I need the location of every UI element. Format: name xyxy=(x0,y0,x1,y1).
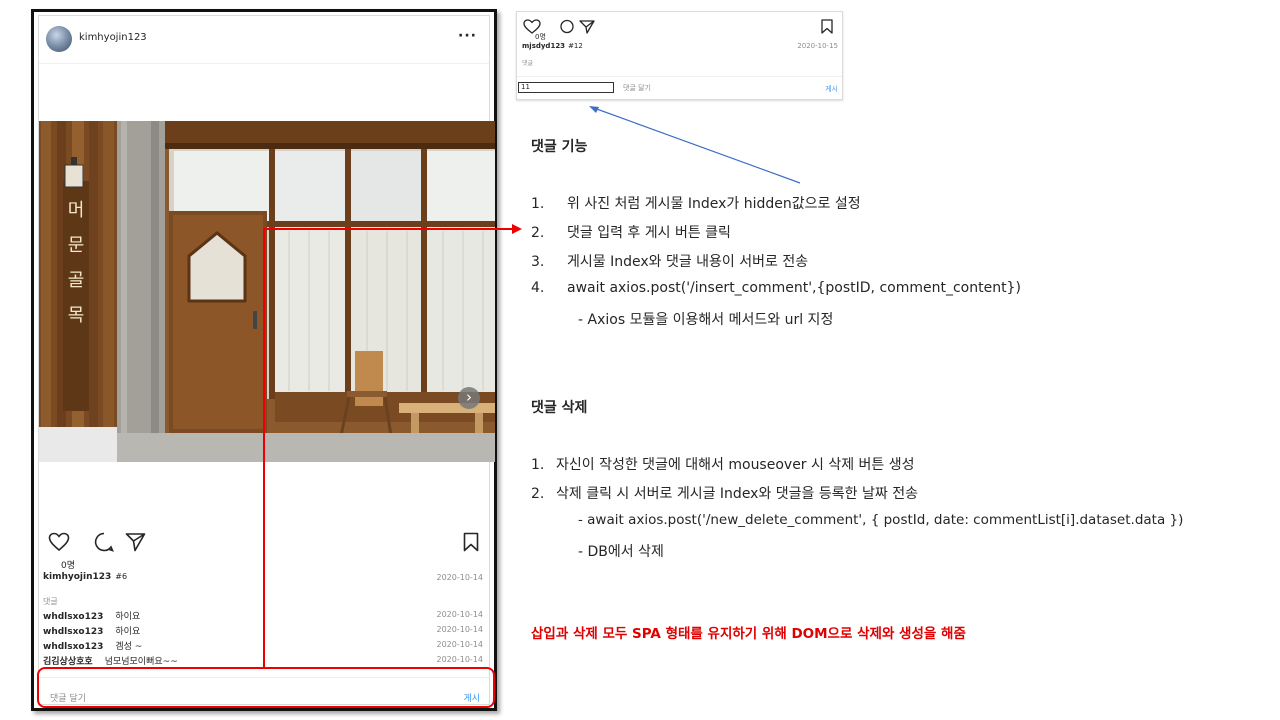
svg-text:골: 골 xyxy=(68,270,85,291)
list-item: 3. 게시물 Index와 댓글 내용이 서버로 전송 xyxy=(531,251,808,271)
post-date: 2020-10-14 xyxy=(436,573,484,582)
annotation-arrow xyxy=(589,106,801,184)
hidden-index-field[interactable]: 11 xyxy=(518,82,614,93)
post-username[interactable]: kimhyojin123 xyxy=(79,32,147,43)
comment-date: 2020-10-14 xyxy=(436,640,484,649)
list-text: 삭제 클릭 시 서버로 게시글 Index와 댓글을 등록한 날짜 전송 xyxy=(556,486,918,502)
share-icon[interactable] xyxy=(125,532,146,552)
svg-text:문: 문 xyxy=(68,235,85,256)
divider xyxy=(517,76,842,77)
section-title-comment-feature: 댓글 기능 xyxy=(531,139,588,155)
heart-icon[interactable] xyxy=(48,532,70,552)
section-title-comment-delete: 댓글 삭제 xyxy=(531,400,588,416)
post-header: kimhyojin123 ··· xyxy=(39,16,489,64)
comment-icon xyxy=(560,19,574,34)
list-number: 1. xyxy=(531,457,545,473)
list-item: 1. 자신이 작성한 댓글에 대해서 mouseover 시 삭제 버튼 생성 xyxy=(531,454,915,474)
annotation-arrowhead xyxy=(512,224,522,234)
list-number: 2. xyxy=(531,225,545,241)
list-item: 2. 댓글 입력 후 게시 버튼 클릭 xyxy=(531,222,731,242)
sub-item: - Axios 모듈을 이용해서 메서드와 url 지정 xyxy=(578,312,834,328)
mini-post-author: mjsdyd123 #12 xyxy=(522,42,583,50)
list-text: 자신이 작성한 댓글에 대해서 mouseover 시 삭제 버튼 생성 xyxy=(556,457,915,473)
sign-char: 머 xyxy=(68,200,85,221)
annotation-connector xyxy=(263,229,265,667)
comment-text: 겜성 ~ xyxy=(115,642,143,652)
mini-author-name[interactable]: mjsdyd123 xyxy=(522,42,565,50)
bookmark-icon[interactable] xyxy=(463,532,479,552)
comment-user[interactable]: 김김상상호호 xyxy=(43,657,93,667)
more-options-icon[interactable]: ··· xyxy=(458,28,477,44)
list-item: 4. await axios.post('/insert_comment',{po… xyxy=(531,280,1021,296)
mini-post-button[interactable]: 게시 xyxy=(825,84,838,94)
mini-comment-input[interactable]: 댓글 달기 xyxy=(623,83,651,93)
post-photo: 머 문 골 목 › xyxy=(39,121,495,462)
list-text: 게시물 Index와 댓글 내용이 서버로 전송 xyxy=(567,254,809,270)
comment-date: 2020-10-14 xyxy=(436,625,484,634)
mini-like-count: 0명 xyxy=(535,33,546,41)
mini-comment-label: 댓글 xyxy=(522,60,534,67)
list-number: 1. xyxy=(531,196,545,212)
comment-date: 2020-10-14 xyxy=(436,655,484,664)
comment-user[interactable]: whdlsxo123 xyxy=(43,612,103,622)
avatar[interactable] xyxy=(46,26,72,52)
comment-icon[interactable] xyxy=(94,532,114,552)
list-text: await axios.post('/insert_comment',{post… xyxy=(567,280,1021,296)
list-text: 댓글 입력 후 게시 버튼 클릭 xyxy=(567,225,731,241)
comment-user[interactable]: whdlsxo123 xyxy=(43,642,103,652)
post-index: #6 xyxy=(115,572,128,581)
comment-user[interactable]: whdlsxo123 xyxy=(43,627,103,637)
svg-text:목: 목 xyxy=(68,305,85,326)
comment-label: 댓글 xyxy=(43,597,58,606)
next-image-button[interactable]: › xyxy=(458,387,480,409)
list-number: 4. xyxy=(531,280,545,296)
sub-item: - DB에서 삭제 xyxy=(578,544,664,560)
mini-post-date: 2020-10-15 xyxy=(797,42,838,50)
comment-text: 하이요 xyxy=(115,612,141,622)
mini-post-screenshot: 0명 mjsdyd123 #12 2020-10-15 댓글 11 댓글 달기 게… xyxy=(516,11,843,100)
comment-text: 넘모넘모이뻐요~~ xyxy=(104,657,178,667)
summary-note: 삽입과 삭제 모두 SPA 형태를 유지하기 위해 DOM으로 삭제와 생성을 … xyxy=(531,626,966,642)
list-item: 2. 삭제 클릭 시 서버로 게시글 Index와 댓글을 등록한 날짜 전송 xyxy=(531,483,918,503)
comment-date: 2020-10-14 xyxy=(436,610,484,619)
sub-item: - await axios.post('/new_delete_comment'… xyxy=(578,512,1184,528)
post-author[interactable]: kimhyojin123 xyxy=(43,572,111,582)
mini-post-index: #12 xyxy=(568,42,583,50)
list-number: 2. xyxy=(531,486,545,502)
list-text: 위 사진 처럼 게시물 Index가 hidden값으로 설정 xyxy=(567,196,861,212)
like-count: 0명 xyxy=(61,561,76,571)
highlight-box xyxy=(37,667,495,708)
storefront-image: 머 문 골 목 xyxy=(39,121,495,462)
share-icon xyxy=(579,20,595,34)
list-number: 3. xyxy=(531,254,545,270)
annotation-connector xyxy=(263,228,513,230)
bookmark-icon[interactable] xyxy=(821,19,833,34)
comment-text: 하이요 xyxy=(115,627,141,637)
list-item: 1. 위 사진 처럼 게시물 Index가 hidden값으로 설정 xyxy=(531,193,861,213)
